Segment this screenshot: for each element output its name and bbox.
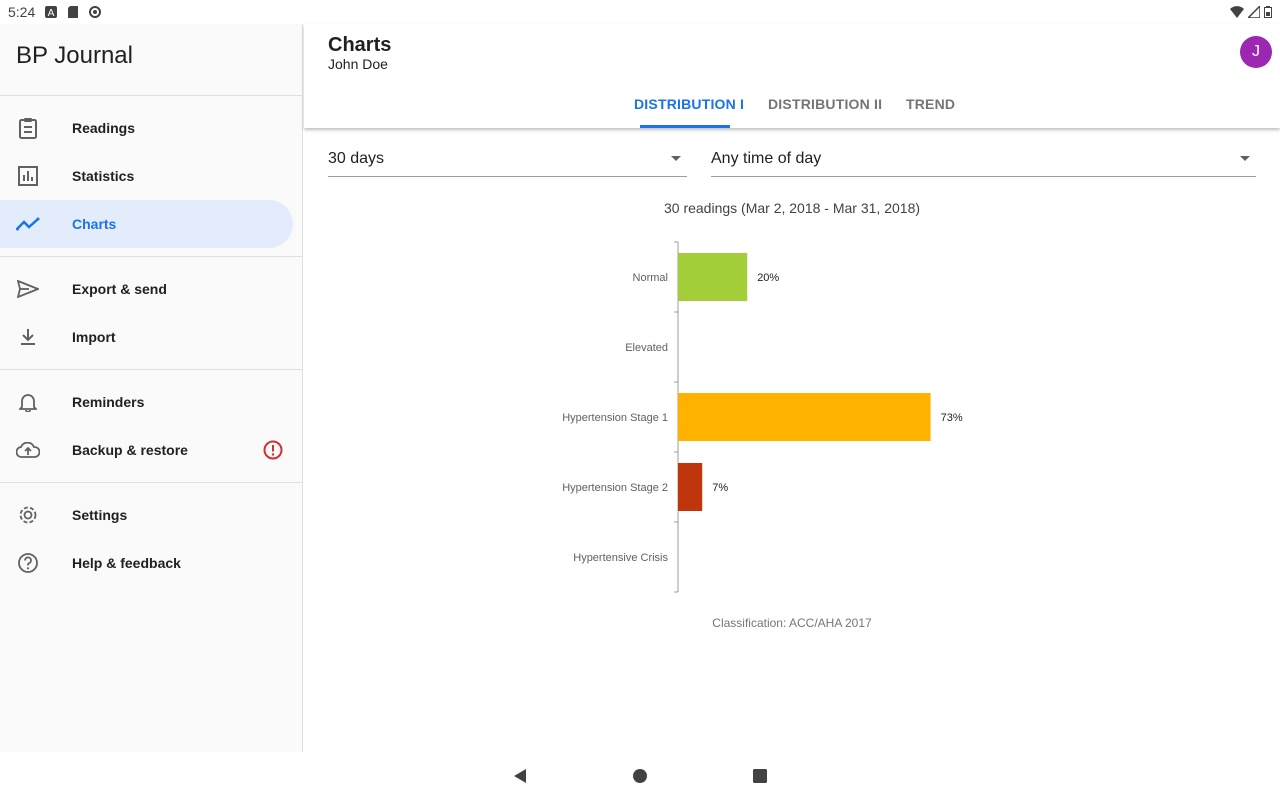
statistics-icon <box>16 164 40 188</box>
nav-item-statistics[interactable]: Statistics <box>0 152 293 200</box>
system-navigation-bar <box>0 752 1280 800</box>
page-subtitle: John Doe <box>328 56 388 72</box>
dropdown-arrow-icon <box>1240 156 1250 161</box>
nav-item-label: Backup & restore <box>72 442 188 458</box>
sd-card-icon <box>68 6 79 18</box>
font-notification-icon: A <box>45 6 58 18</box>
dropdown-arrow-icon <box>671 156 681 161</box>
trend-icon <box>16 212 40 236</box>
main-content: Charts John Doe J DISTRIBUTION I DISTRIB… <box>304 24 1280 752</box>
period-dropdown[interactable]: 30 days <box>328 144 687 177</box>
nav-item-charts[interactable]: Charts <box>0 200 293 248</box>
clipboard-icon <box>16 116 40 140</box>
nav-item-label: Charts <box>72 216 117 232</box>
recents-button[interactable] <box>750 766 770 786</box>
status-time: 5:24 <box>8 4 36 20</box>
value-label: 7% <box>712 482 728 494</box>
back-icon <box>514 769 526 783</box>
nav-item-help-feedback[interactable]: Help & feedback <box>0 539 293 587</box>
bar <box>678 253 748 301</box>
category-label: Hypertension Stage 2 <box>562 482 668 494</box>
value-label: 73% <box>941 412 963 424</box>
bar <box>678 463 703 511</box>
nav-item-label: Readings <box>72 120 136 136</box>
wifi-icon <box>1230 6 1244 18</box>
drawer-group-tools: Reminders Backup & restore <box>0 370 302 483</box>
battery-icon <box>1264 6 1272 18</box>
recents-icon <box>753 769 767 783</box>
sync-icon <box>89 6 102 18</box>
alert-icon <box>263 440 283 460</box>
chart-footer: Classification: ACC/AHA 2017 <box>712 616 872 630</box>
category-label: Hypertensive Crisis <box>573 552 668 564</box>
drawer-group-main: Readings Statistics Charts <box>0 96 302 257</box>
send-icon <box>16 277 40 301</box>
nav-item-import[interactable]: Import <box>0 313 293 361</box>
tab-distribution-i[interactable]: DISTRIBUTION I <box>634 96 744 112</box>
time-of-day-value: Any time of day <box>711 150 822 167</box>
time-of-day-dropdown[interactable]: Any time of day <box>711 144 1256 177</box>
page-title: Charts <box>328 34 392 56</box>
tab-indicator <box>640 125 730 128</box>
bell-icon <box>16 390 40 414</box>
home-icon <box>633 769 647 783</box>
tab-bar: DISTRIBUTION I DISTRIBUTION II TREND <box>304 88 1280 128</box>
distribution-chart: 30 readings (Mar 2, 2018 - Mar 31, 2018)… <box>304 194 1280 634</box>
app-name: BP Journal <box>0 24 302 96</box>
category-label: Normal <box>633 272 668 284</box>
drawer-group-data: Export & send Import <box>0 257 302 370</box>
nav-item-settings[interactable]: Settings <box>0 491 293 539</box>
cell-signal-icon <box>1248 6 1260 18</box>
home-button[interactable] <box>630 766 650 786</box>
nav-item-label: Reminders <box>72 394 145 410</box>
period-value: 30 days <box>328 150 385 167</box>
nav-item-label: Help & feedback <box>72 555 181 571</box>
cloud-upload-icon <box>16 438 40 462</box>
nav-item-label: Settings <box>72 507 128 523</box>
nav-item-readings[interactable]: Readings <box>0 104 293 152</box>
avatar[interactable]: J <box>1240 36 1272 68</box>
nav-item-backup-restore[interactable]: Backup & restore <box>0 426 293 474</box>
drawer-group-settings: Settings Help & feedback <box>0 483 302 595</box>
status-bar: 5:24 A <box>0 0 1280 24</box>
download-icon <box>16 325 40 349</box>
category-label: Elevated <box>625 342 668 354</box>
tab-trend[interactable]: TREND <box>906 96 955 112</box>
value-label: 20% <box>757 272 779 284</box>
nav-item-export-send[interactable]: Export & send <box>0 265 293 313</box>
navigation-drawer: BP Journal Readings Statistics Charts Ex… <box>0 24 303 752</box>
app-bar: Charts John Doe J DISTRIBUTION I DISTRIB… <box>304 24 1280 128</box>
gear-icon <box>16 503 40 527</box>
nav-item-reminders[interactable]: Reminders <box>0 378 293 426</box>
chart-canvas: Normal 20% Elevated Hypertension Stage 1 73%… <box>562 241 963 593</box>
svg-text:A: A <box>48 8 55 18</box>
category-label: Hypertension Stage 1 <box>562 412 668 424</box>
bar <box>678 393 931 441</box>
nav-item-label: Statistics <box>72 168 135 184</box>
help-icon <box>16 551 40 575</box>
nav-item-label: Import <box>72 329 116 345</box>
nav-item-label: Export & send <box>72 281 167 297</box>
back-button[interactable] <box>510 766 530 786</box>
tab-distribution-ii[interactable]: DISTRIBUTION II <box>768 96 882 112</box>
